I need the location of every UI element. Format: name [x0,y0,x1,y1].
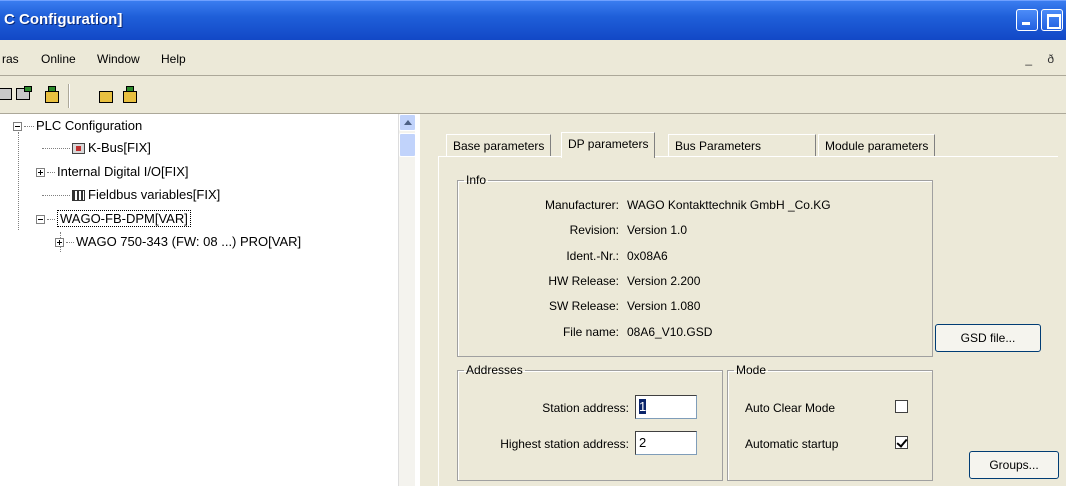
tree-item-plc-configuration[interactable]: PLC Configuration [13,118,142,133]
scroll-thumb[interactable] [399,133,416,157]
highest-station-address-input[interactable]: 2 [635,431,697,455]
properties-panel: Base parameters DP parameters Bus Parame… [418,114,1066,486]
toolbar-export-icon[interactable] [14,84,36,106]
gsd-file-button[interactable]: GSD file... [935,324,1041,352]
tree-item-wago-750-343[interactable]: WAGO 750-343 (FW: 08 ...) PRO[VAR] [55,234,301,249]
info-legend: Info [466,173,487,187]
tree-item-internal-digital-io[interactable]: Internal Digital I/O[FIX] [36,164,189,179]
tree-scrollbar[interactable] [398,114,416,486]
maximize-button[interactable] [1041,9,1063,31]
menu-window[interactable]: Window [97,52,140,66]
station-address-input[interactable]: 1 [635,395,697,419]
toolbar-separator [68,84,70,108]
mode-legend: Mode [736,363,767,377]
highest-station-address-label: Highest station address: [500,437,629,451]
tab-module-parameters[interactable]: Module parameters [818,134,936,156]
configuration-tree[interactable]: PLC Configuration K-Bus[FIX] Internal Di… [0,114,415,486]
expand-icon[interactable] [36,168,45,178]
tree-item-kbus[interactable]: K-Bus[FIX] [42,140,151,155]
mdi-controls[interactable]: _ ð [1025,52,1060,66]
tab-base-parameters[interactable]: Base parameters [446,134,552,156]
window-title: C Configuration] [4,11,123,28]
tab-bus-parameters[interactable]: Bus Parameters [668,134,816,156]
expand-icon[interactable] [55,238,64,248]
auto-clear-mode-label: Auto Clear Mode [745,401,836,415]
menu-bar: ras Online Window Help _ ð [0,40,1066,76]
module-icon [72,143,85,155]
minimize-button[interactable] [1016,9,1038,31]
addresses-legend: Addresses [466,363,523,377]
toolbar [0,76,1066,114]
toolbar-upload-icon[interactable] [116,84,138,106]
toolbar-download-icon[interactable] [92,84,114,106]
tab-dp-parameters[interactable]: DP parameters [561,132,656,158]
title-bar: C Configuration] [0,0,1066,40]
scroll-up-icon[interactable] [399,114,416,131]
auto-clear-mode-checkbox[interactable] [895,400,908,413]
menu-help[interactable]: Help [161,52,186,66]
tree-item-fieldbus-variables[interactable]: Fieldbus variables[FIX] [42,187,220,202]
tree-item-wago-fb-dpm[interactable]: WAGO-FB-DPM[VAR] [36,210,191,227]
automatic-startup-label: Automatic startup [745,437,839,451]
toolbar-load-icon[interactable] [38,84,60,106]
automatic-startup-checkbox[interactable] [895,436,908,449]
station-address-label: Station address: [542,401,629,415]
menu-extras[interactable]: ras [2,52,19,66]
collapse-icon[interactable] [36,215,45,225]
menu-online[interactable]: Online [41,52,76,66]
collapse-icon[interactable] [13,122,22,132]
dp-parameters-page: Info Manufacturer: WAGO Kontakttechnik Gm… [438,156,1059,486]
mode-group: Mode [727,363,933,481]
addresses-group: Addresses [457,363,723,481]
groups-button[interactable]: Groups... [969,451,1059,479]
variables-icon [72,190,85,202]
